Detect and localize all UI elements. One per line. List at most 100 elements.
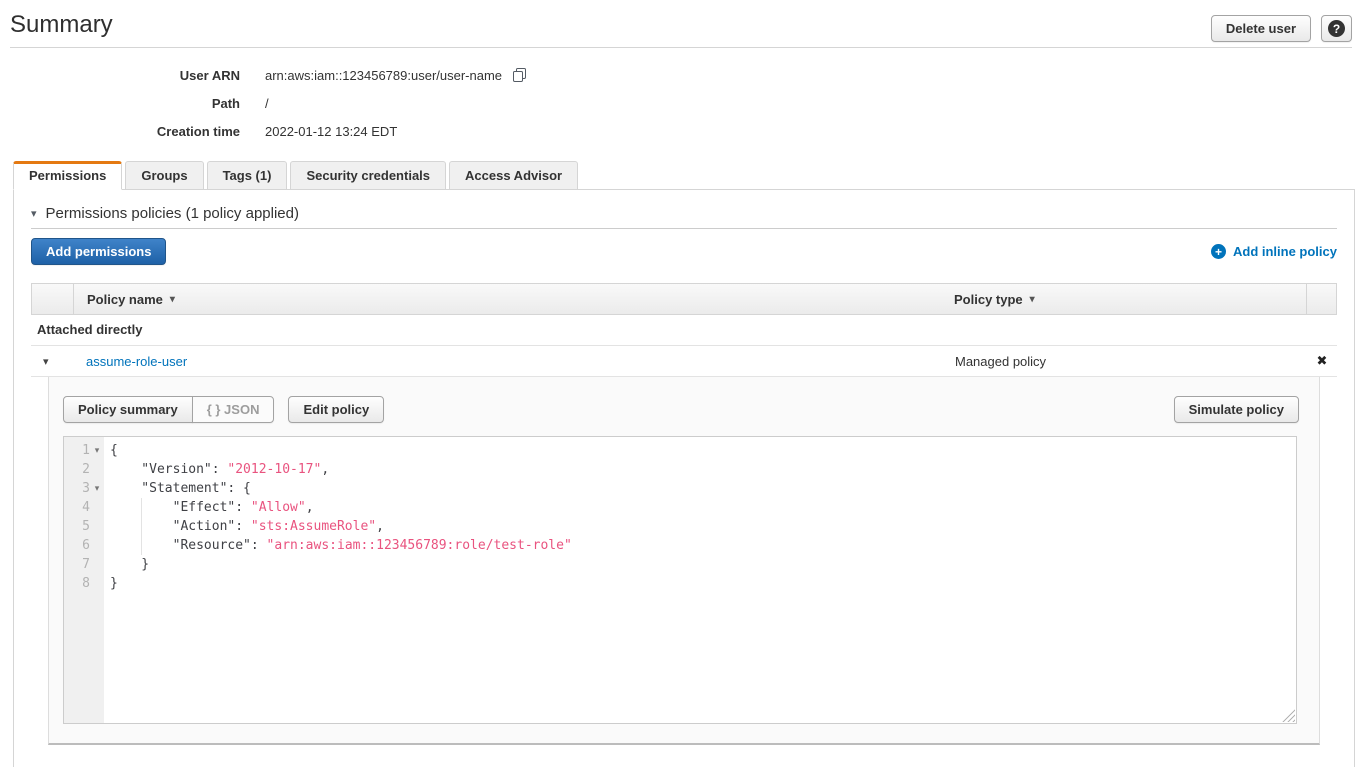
help-button[interactable]: ? [1321,15,1352,42]
copy-icon[interactable] [512,67,527,83]
policy-table-header: Policy name ▾ Policy type ▾ [31,283,1337,315]
sort-caret-icon: ▾ [1030,294,1035,305]
gutter-line: 6 [64,536,104,555]
help-icon: ? [1328,20,1345,37]
tab-permissions[interactable]: Permissions [13,161,122,190]
editor-code-area[interactable]: { "Version": "2012-10-17", "Statement": … [104,437,1296,723]
remove-policy-cell: ✖ [1307,353,1337,369]
policy-json-editor[interactable]: 1▾23▾45678 { "Version": "2012-10-17", "S… [63,436,1297,724]
user-details: User ARN arn:aws:iam::123456789:user/use… [0,61,1362,145]
collapse-caret-icon[interactable]: ▾ [31,207,37,220]
user-arn-value: arn:aws:iam::123456789:user/user-name [265,68,502,83]
json-plain-token: } [110,557,149,572]
delete-user-button[interactable]: Delete user [1211,15,1311,42]
json-button[interactable]: { } JSON [192,396,275,423]
json-plain-token: "Statement": { [110,481,251,496]
code-line: { [110,441,1296,460]
line-number: 3 [82,479,90,498]
permissions-policies-section-header: ▾ Permissions policies (1 policy applied… [31,205,1337,222]
section-divider [31,228,1337,229]
policy-name-link[interactable]: assume-role-user [86,354,187,369]
gutter-line: 8 [64,574,104,593]
line-number: 1 [82,441,90,460]
add-inline-policy-link[interactable]: + Add inline policy [1211,244,1337,259]
simulate-policy-button[interactable]: Simulate policy [1174,396,1299,423]
page-header: Summary Delete user ? [0,0,1362,42]
path-value: / [265,96,269,111]
code-line: "Resource": "arn:aws:iam::123456789:role… [110,536,1296,555]
line-number: 2 [82,460,90,479]
gutter-line: 5 [64,517,104,536]
page-title: Summary [10,10,113,40]
policy-name-column-header[interactable]: Policy name ▾ [74,284,954,314]
tab-bar: Permissions Groups Tags (1) Security cre… [13,161,1362,190]
gutter-line: 4 [64,498,104,517]
json-plain-token: , [306,500,314,515]
line-number: 5 [82,517,90,536]
code-line: "Statement": { [110,479,1296,498]
code-line: } [110,555,1296,574]
remove-column-header [1306,284,1336,314]
expand-column-header [32,284,74,314]
code-line: "Effect": "Allow", [110,498,1296,517]
policy-detail-toolbar: Policy summary { } JSON Edit policy Simu… [49,377,1319,423]
policy-type-column-header[interactable]: Policy type ▾ [954,284,1306,314]
json-plain-token: , [376,519,384,534]
line-number: 7 [82,555,90,574]
user-arn-label: User ARN [0,68,240,83]
tab-groups[interactable]: Groups [125,161,203,190]
permissions-policies-title: Permissions policies (1 policy applied) [46,205,299,222]
json-plain-token: "Action": [110,519,251,534]
policy-name-cell: assume-role-user [73,354,955,369]
code-line: } [110,574,1296,593]
json-plain-token: "Resource": [110,538,267,553]
tab-security-credentials[interactable]: Security credentials [290,161,446,190]
edit-policy-button[interactable]: Edit policy [288,396,384,423]
gutter-line: 7 [64,555,104,574]
add-inline-policy-label: Add inline policy [1233,244,1337,259]
json-plain-token: "Version": [110,462,227,477]
policy-actions-row: Add permissions + Add inline policy [31,238,1337,265]
plus-icon: + [1211,244,1226,259]
json-plain-token: { [110,443,118,458]
code-line: "Version": "2012-10-17", [110,460,1296,479]
remove-policy-icon[interactable]: ✖ [1317,353,1328,368]
fold-caret-icon[interactable]: ▾ [90,441,104,460]
policy-table-row: ▾ assume-role-user Managed policy ✖ [31,346,1337,377]
json-plain-token: "Effect": [110,500,251,515]
policy-type-cell: Managed policy [955,354,1307,369]
permissions-tab-panel: ▾ Permissions policies (1 policy applied… [13,189,1355,767]
tab-access-advisor[interactable]: Access Advisor [449,161,578,190]
fold-caret-icon[interactable]: ▾ [90,479,104,498]
gutter-line: 1▾ [64,441,104,460]
policy-view-button-group: Policy summary { } JSON [63,396,274,423]
editor-gutter: 1▾23▾45678 [64,437,104,723]
row-expand-caret-icon[interactable]: ▾ [31,355,73,368]
creation-time-label: Creation time [0,124,240,139]
line-number: 6 [82,536,90,555]
json-plain-token: } [110,576,118,591]
policy-summary-button[interactable]: Policy summary [63,396,193,423]
policy-name-header-label: Policy name [87,292,163,307]
path-label: Path [0,96,240,111]
json-plain-token: , [321,462,329,477]
json-string-token: "sts:AssumeRole" [251,519,376,534]
indent-guide [141,498,142,555]
creation-time-value: 2022-01-12 13:24 EDT [265,124,397,139]
add-permissions-button[interactable]: Add permissions [31,238,166,265]
gutter-line: 3▾ [64,479,104,498]
line-number: 4 [82,498,90,517]
sort-caret-icon: ▾ [170,294,175,305]
policy-table: Policy name ▾ Policy type ▾ Attached dir… [31,283,1337,745]
detail-row-user-arn: User ARN arn:aws:iam::123456789:user/use… [0,61,1362,89]
json-string-token: "Allow" [251,500,306,515]
header-divider [10,47,1352,48]
json-string-token: "2012-10-17" [227,462,321,477]
detail-row-creation-time: Creation time 2022-01-12 13:24 EDT [0,117,1362,145]
json-string-token: "arn:aws:iam::123456789:role/test-role" [267,538,572,553]
detail-row-path: Path / [0,89,1362,117]
tab-tags[interactable]: Tags (1) [207,161,288,190]
user-arn-value-wrap: arn:aws:iam::123456789:user/user-name [265,67,527,83]
header-actions: Delete user ? [1211,15,1352,42]
attached-directly-group-row: Attached directly [31,315,1337,346]
